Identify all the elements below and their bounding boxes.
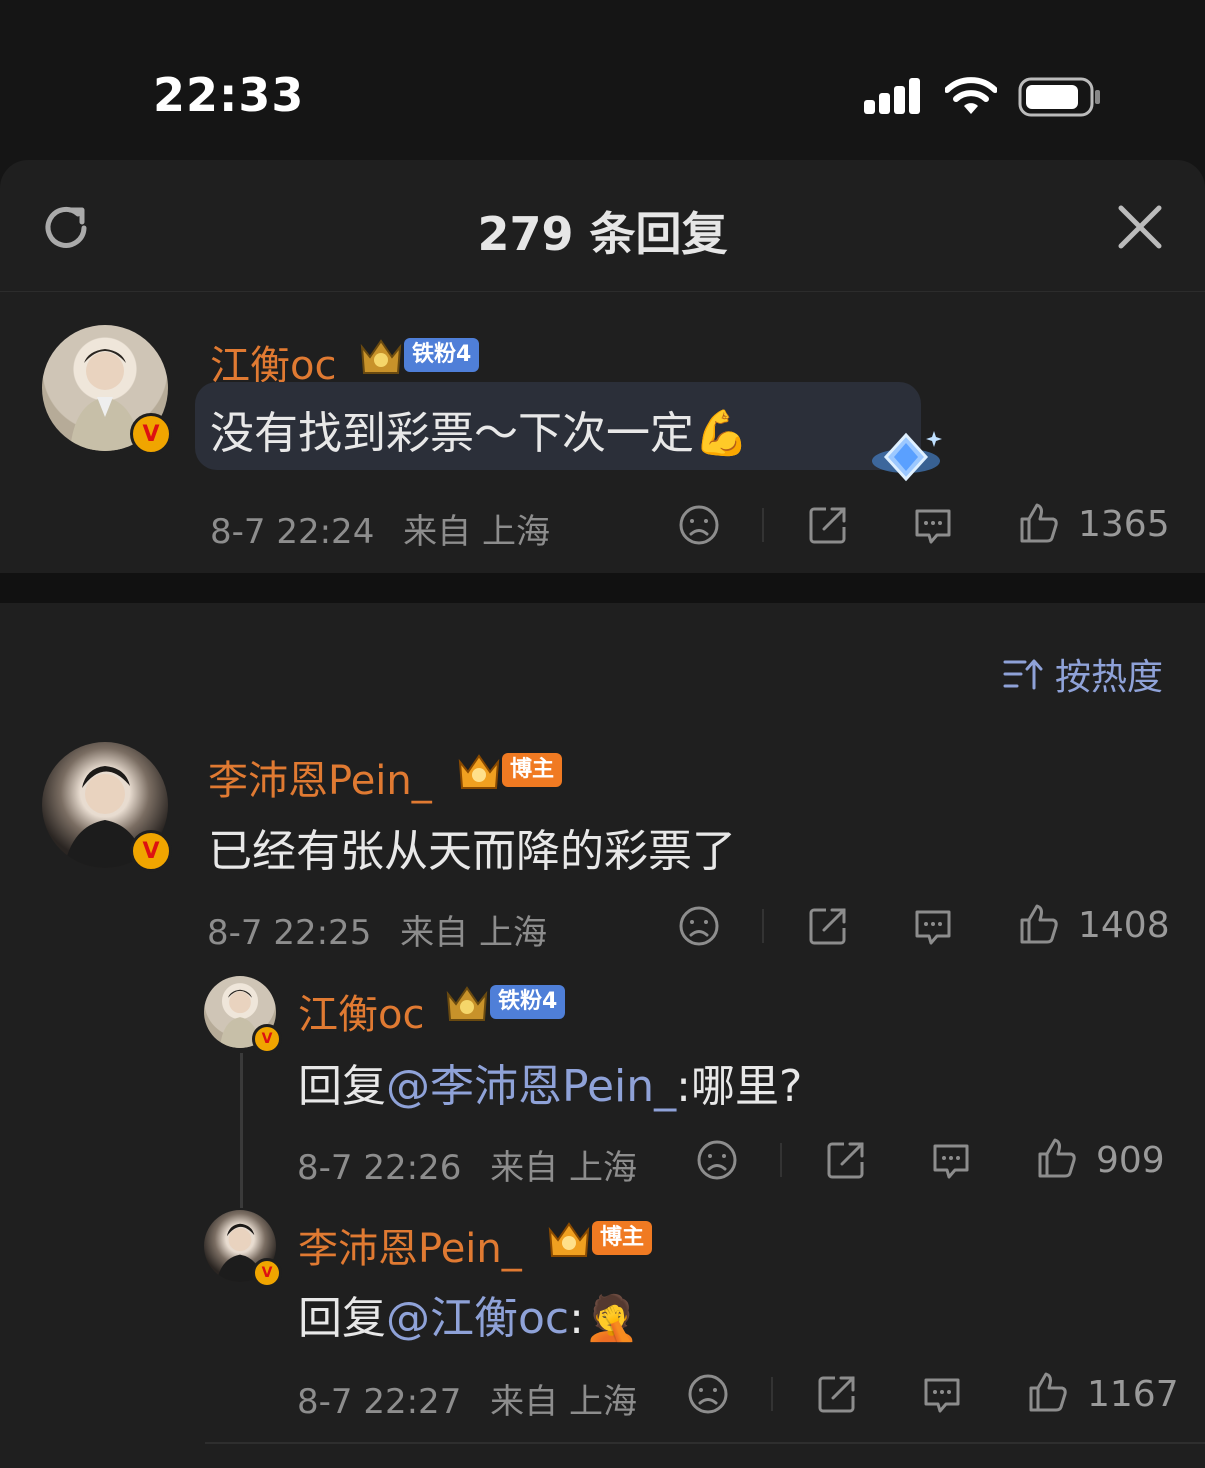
diamond-icon [872, 431, 942, 482]
blogger-tag: 博主 [592, 1221, 653, 1255]
comment-icon[interactable] [920, 1372, 964, 1416]
avatar[interactable]: V [204, 976, 282, 1054]
comment-time: 8-7 22:24 [210, 512, 375, 552]
comment-text: 已经有张从天而降的彩票了 [208, 826, 736, 877]
comment-meta: 8-7 22:26 来自 上海 [297, 1140, 637, 1189]
like-icon[interactable] [1016, 902, 1060, 946]
comment-icon[interactable] [929, 1138, 973, 1182]
verified-icon: V [130, 830, 172, 872]
comment-time: 8-7 22:25 [207, 913, 372, 953]
avatar[interactable]: V [42, 742, 172, 872]
comment-location: 来自 上海 [400, 913, 547, 953]
like-count: 909 [1096, 1140, 1165, 1181]
avatar[interactable]: V [42, 325, 172, 455]
comment-meta: 8-7 22:25 来自 上海 [207, 905, 547, 954]
fan-badge: 铁粉4 [444, 985, 566, 1021]
reply-prefix: 回复 [298, 1061, 386, 1112]
share-icon[interactable] [824, 1138, 868, 1182]
wifi-icon [945, 77, 997, 114]
verified-icon: V [252, 1258, 282, 1288]
comment-icon[interactable] [911, 904, 955, 948]
verified-icon: V [130, 413, 172, 455]
like-count: 1365 [1078, 504, 1170, 545]
like-icon[interactable] [1016, 501, 1060, 545]
facepalm-emoji: 🤦 [583, 1293, 639, 1344]
section-divider [0, 573, 1205, 603]
crown-icon [458, 754, 500, 789]
mention-link[interactable]: @江衡oc [386, 1293, 569, 1344]
comment-location: 来自 上海 [490, 1148, 637, 1188]
like-count: 1167 [1087, 1374, 1179, 1415]
like-icon[interactable] [1034, 1136, 1078, 1180]
divider [762, 909, 764, 943]
comment-text: 回复@江衡oc:🤦 [298, 1282, 639, 1346]
cellular-signal-icon [864, 78, 920, 114]
sort-label: 按热度 [1055, 657, 1164, 698]
comment-body: 没有找到彩票～下次一定 [210, 408, 694, 459]
username[interactable]: 李沛恩Pein_ [298, 1216, 522, 1274]
comment-location: 来自 上海 [490, 1382, 637, 1422]
sort-button[interactable]: 按热度 [1003, 648, 1163, 700]
blogger-badge: 博主 [546, 1221, 653, 1257]
divider [780, 1143, 782, 1177]
reply-prefix: 回复 [298, 1293, 386, 1344]
blogger-tag: 博主 [502, 753, 563, 787]
blogger-badge: 博主 [456, 753, 563, 789]
dislike-icon[interactable] [677, 904, 721, 948]
clock: 22:33 [153, 68, 305, 122]
fan-level-tag: 铁粉4 [404, 338, 480, 372]
crown-icon [360, 339, 402, 374]
comment-time: 8-7 22:27 [297, 1382, 462, 1422]
comment-location: 来自 上海 [403, 512, 550, 552]
share-icon[interactable] [815, 1372, 859, 1416]
divider [762, 508, 764, 542]
mention-link[interactable]: @李沛恩Pein_ [386, 1061, 676, 1112]
fan-level-tag: 铁粉4 [490, 985, 566, 1019]
divider [771, 1377, 773, 1411]
comment-text: 回复@李沛恩Pein_:哪里? [298, 1050, 802, 1114]
dislike-icon[interactable] [686, 1372, 730, 1416]
crown-icon [446, 986, 488, 1021]
comment-time: 8-7 22:26 [297, 1148, 462, 1188]
reply-body: : [569, 1293, 584, 1344]
username[interactable]: 李沛恩Pein_ [208, 748, 432, 806]
dislike-icon[interactable] [677, 503, 721, 547]
thread-line [240, 1053, 243, 1208]
replies-sheet: 279 条回复 V 江衡oc 铁粉4 没有找到彩票～下次一定💪 8-7 22:2… [0, 160, 1205, 1468]
sort-icon [1003, 659, 1043, 690]
share-icon[interactable] [806, 904, 850, 948]
status-bar: 22:33 [0, 0, 1205, 160]
verified-icon: V [252, 1024, 282, 1054]
page-title: 279 条回复 [477, 207, 728, 261]
fan-badge: 铁粉4 [358, 338, 480, 374]
avatar[interactable]: V [204, 1210, 282, 1288]
comment-icon[interactable] [911, 503, 955, 547]
close-icon[interactable] [1113, 200, 1167, 254]
like-icon[interactable] [1025, 1370, 1069, 1414]
comment-text: 没有找到彩票～下次一定💪 [210, 397, 749, 461]
comment-meta: 8-7 22:27 来自 上海 [297, 1374, 637, 1423]
username[interactable]: 江衡oc [298, 982, 424, 1040]
dislike-icon[interactable] [695, 1138, 739, 1182]
muscle-emoji: 💪 [694, 408, 749, 459]
divider [205, 1442, 1205, 1444]
reply-body: :哪里? [676, 1061, 803, 1112]
share-icon[interactable] [806, 503, 850, 547]
like-count: 1408 [1078, 905, 1170, 946]
sheet-header: 279 条回复 [0, 160, 1205, 292]
comment-meta: 8-7 22:24 来自 上海 [210, 504, 550, 553]
crown-icon [548, 1222, 590, 1257]
battery-icon [1018, 77, 1100, 117]
